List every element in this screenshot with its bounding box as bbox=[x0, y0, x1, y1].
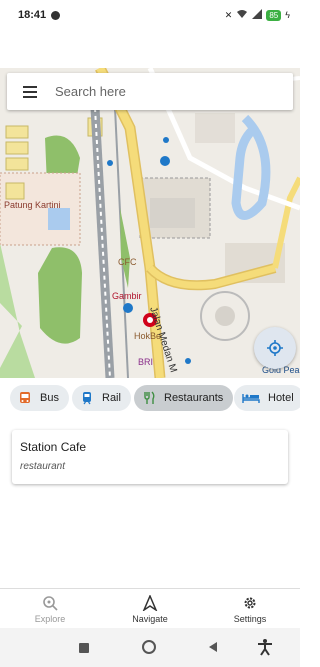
status-bar: 18:41 ✕ 85 ϟ bbox=[0, 0, 300, 30]
nav-navigate[interactable]: Navigate bbox=[100, 589, 200, 629]
system-nav-bar bbox=[0, 628, 300, 667]
bus-icon bbox=[20, 392, 30, 403]
accessibility-button[interactable] bbox=[257, 638, 273, 656]
chip-hotel[interactable]: Hotel bbox=[234, 385, 300, 411]
chip-hotel-label: Hotel bbox=[268, 392, 294, 404]
chip-rail-label: Rail bbox=[102, 392, 121, 404]
home-button[interactable] bbox=[142, 640, 156, 654]
restaurant-icon bbox=[144, 391, 155, 404]
recents-button[interactable] bbox=[79, 643, 89, 653]
battery-icon: 85 bbox=[266, 9, 282, 21]
chip-rail[interactable]: Rail bbox=[72, 385, 131, 411]
nav-explore-label: Explore bbox=[34, 613, 66, 624]
results-panel: Station Cafe restaurant bbox=[0, 418, 300, 588]
nav-navigate-label: Navigate bbox=[132, 613, 168, 624]
nav-settings[interactable]: Settings bbox=[200, 589, 300, 629]
result-card[interactable]: Station Cafe restaurant bbox=[12, 430, 288, 484]
rail-icon bbox=[83, 392, 91, 405]
chip-restaurants-label: Restaurants bbox=[164, 392, 224, 404]
accessibility-icon bbox=[258, 639, 272, 656]
signal-icon bbox=[252, 8, 263, 22]
result-type: restaurant bbox=[20, 461, 66, 472]
search-input[interactable] bbox=[53, 83, 277, 100]
gear-icon bbox=[244, 597, 256, 608]
nav-settings-label: Settings bbox=[233, 613, 267, 624]
app-notification-icon bbox=[51, 10, 61, 20]
chip-restaurants[interactable]: Restaurants bbox=[134, 385, 234, 411]
map-label-cfc: CFC bbox=[118, 257, 137, 267]
category-chips: Bus Rail Restaurants Hotel bbox=[0, 380, 300, 416]
bottom-nav: Explore Navigate Settings bbox=[0, 588, 300, 629]
back-button[interactable] bbox=[208, 641, 218, 653]
charging-icon: ϟ bbox=[285, 10, 290, 20]
wifi-icon bbox=[236, 9, 248, 22]
hotel-icon bbox=[242, 394, 260, 403]
search-bar bbox=[7, 73, 293, 110]
explore-icon bbox=[43, 595, 58, 611]
navigate-icon bbox=[142, 594, 158, 611]
nav-explore[interactable]: Explore bbox=[0, 589, 100, 629]
map-label-gambir: Gambir bbox=[112, 291, 142, 301]
crosshair-icon bbox=[267, 340, 283, 356]
my-location-button[interactable] bbox=[254, 327, 296, 369]
chip-bus[interactable]: Bus bbox=[10, 385, 69, 411]
menu-icon[interactable] bbox=[7, 85, 53, 98]
app-top-area bbox=[0, 30, 300, 68]
map-label-patung-kartini: Patung Kartini bbox=[4, 200, 61, 210]
result-name: Station Cafe bbox=[20, 440, 87, 454]
status-time: 18:41 bbox=[18, 9, 47, 21]
back-icon bbox=[209, 642, 217, 652]
chip-bus-label: Bus bbox=[40, 392, 59, 404]
mute-icon: ✕ bbox=[224, 9, 233, 20]
map-view[interactable]: Patung Kartini CFC Gambir HokBe BRI Jala… bbox=[0, 68, 300, 378]
map-label-bri: BRI bbox=[138, 357, 153, 367]
